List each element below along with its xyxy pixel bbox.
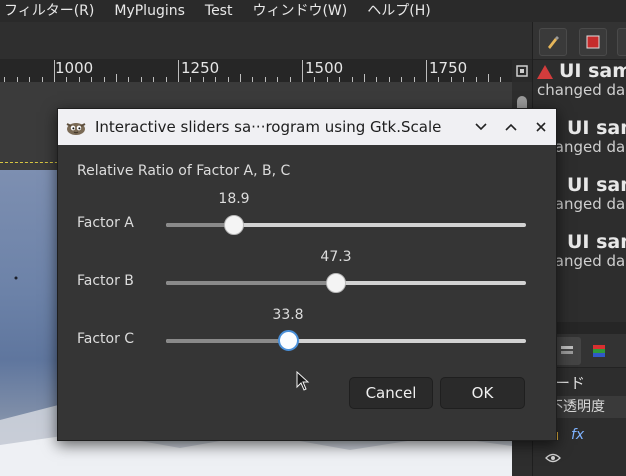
dialog-title: Interactive sliders sa···rogram using Gt… (94, 118, 442, 136)
chevron-down-icon[interactable] (466, 109, 496, 145)
menu-windows[interactable]: ウィンドウ(W) (242, 0, 357, 22)
ruler-tick (364, 74, 365, 82)
tool-options-strip (0, 22, 532, 60)
log-entry: UI sam changed da (537, 231, 626, 270)
log-title: UI sam (559, 60, 626, 82)
menu-myplugins[interactable]: MyPlugins (104, 0, 195, 22)
ruler-tick (302, 60, 303, 82)
sliders-dialog: Interactive sliders sa···rogram using Gt… (57, 108, 557, 441)
log-title: UI sam (567, 231, 626, 253)
gimp-window: フィルター(R) MyPlugins Test ウィンドウ(W) ヘルプ(H) … (0, 0, 626, 476)
ruler-label: 1500 (305, 59, 344, 77)
layers-icon[interactable] (553, 337, 581, 365)
slider-value: 47.3 (320, 249, 352, 265)
log-title: UI sam (567, 117, 626, 139)
dock-overflow-button[interactable] (617, 28, 626, 56)
channels-icon[interactable] (585, 337, 613, 365)
eye-icon[interactable] (545, 453, 561, 468)
navigate-icon[interactable] (512, 60, 532, 82)
menu-test[interactable]: Test (195, 0, 243, 22)
slider-row-factor-b: Factor B 47.3 (58, 245, 556, 301)
ok-button[interactable]: OK (440, 377, 525, 409)
dialog-titlebar[interactable]: Interactive sliders sa···rogram using Gt… (58, 109, 556, 145)
fx-icon[interactable]: fx (571, 427, 584, 443)
slider-knob[interactable] (326, 273, 346, 293)
slider-track[interactable] (166, 330, 526, 351)
slider-fill (166, 281, 336, 285)
ruler-tick (240, 74, 241, 82)
slider-row-factor-a: Factor A 18.9 (58, 187, 556, 243)
ruler-label: 1250 (181, 59, 220, 77)
ruler-tick (116, 74, 117, 82)
gimp-icon (61, 109, 91, 145)
ruler-tick (426, 60, 427, 82)
slider-track[interactable] (166, 273, 526, 293)
close-icon[interactable] (526, 109, 556, 145)
cancel-button[interactable]: Cancel (349, 377, 433, 409)
horizontal-ruler[interactable]: 1000 1250 1500 1750 (0, 60, 512, 82)
log-entry: UI sam changed da (537, 174, 626, 213)
mouse-cursor-icon (296, 370, 310, 391)
ruler-tick (178, 60, 179, 82)
menubar: フィルター(R) MyPlugins Test ウィンドウ(W) ヘルプ(H) (0, 0, 626, 22)
slider-track[interactable] (166, 215, 526, 235)
slider-value: 33.8 (272, 307, 304, 323)
warning-icon (537, 65, 553, 79)
slider-label: Factor C (77, 331, 135, 347)
slider-fill (166, 339, 288, 343)
chevron-up-icon[interactable] (496, 109, 526, 145)
ruler-label: 1750 (429, 59, 468, 77)
menu-filters[interactable]: フィルター(R) (0, 0, 104, 22)
dialog-body: Relative Ratio of Factor A, B, C Factor … (58, 145, 556, 440)
slider-knob[interactable] (278, 330, 299, 351)
slider-label: Factor B (77, 273, 134, 289)
menu-help[interactable]: ヘルプ(H) (357, 0, 440, 22)
ruler-tick (488, 74, 489, 82)
log-entry: UI sam changed da (537, 117, 626, 156)
slider-row-factor-c: Factor C 33.8 (58, 303, 556, 359)
slider-label: Factor A (77, 215, 134, 231)
log-entry: UI sam changed da (537, 60, 626, 99)
slider-knob[interactable] (224, 215, 244, 235)
ruler-label: 1000 (55, 59, 94, 77)
dialog-heading: Relative Ratio of Factor A, B, C (77, 163, 291, 179)
log-subtitle: changed da (537, 81, 626, 99)
log-title: UI sam (567, 174, 626, 196)
visibility-row (533, 452, 626, 476)
dock-toolbar (533, 22, 626, 60)
stop-icon[interactable] (579, 28, 607, 56)
paintbrush-icon[interactable] (539, 28, 567, 56)
slider-value: 18.9 (218, 191, 250, 207)
